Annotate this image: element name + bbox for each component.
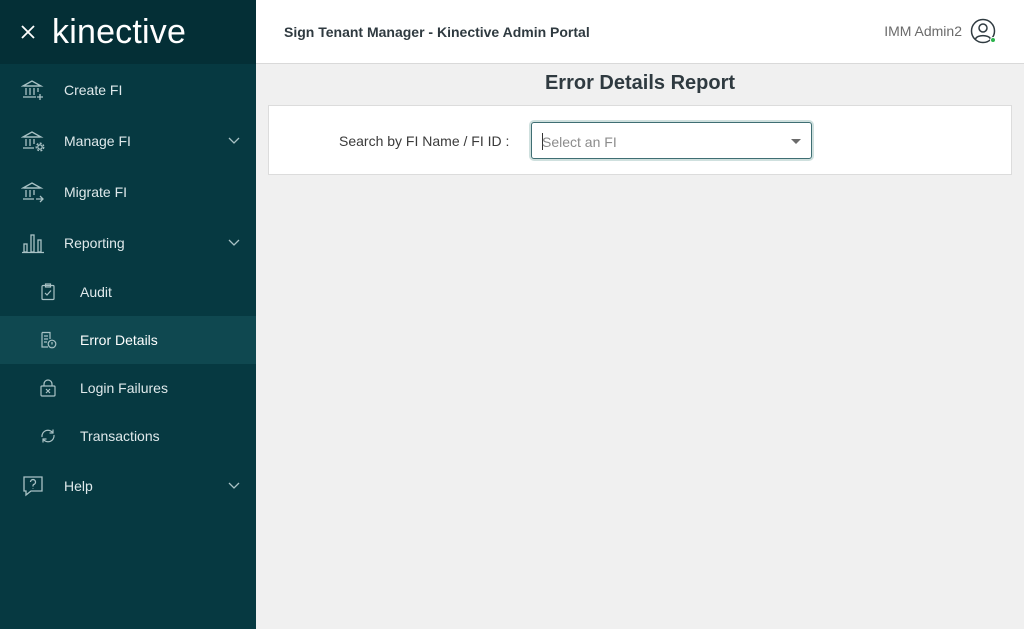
help-chat-icon bbox=[20, 473, 46, 499]
search-label: Search by FI Name / FI ID : bbox=[339, 133, 510, 149]
sidebar-item-label: Audit bbox=[80, 284, 112, 300]
chevron-down-icon[interactable] bbox=[228, 137, 240, 145]
avatar[interactable] bbox=[970, 18, 996, 44]
close-sidebar-button[interactable] bbox=[18, 22, 38, 42]
sidebar-item-audit[interactable]: Audit bbox=[0, 268, 256, 316]
bank-add-icon bbox=[20, 77, 46, 103]
clipboard-check-icon bbox=[38, 282, 58, 302]
sidebar-item-label: Login Failures bbox=[80, 380, 168, 396]
user-menu[interactable]: IMM Admin2 bbox=[884, 18, 996, 44]
close-icon bbox=[21, 25, 35, 39]
sidebar-item-login-failures[interactable]: Login Failures bbox=[0, 364, 256, 412]
bar-chart-icon bbox=[20, 230, 46, 256]
sidebar-nav: Create FI Manage FI Migrate FI Reporting… bbox=[0, 64, 256, 512]
lock-x-icon bbox=[38, 378, 58, 398]
sidebar-item-help[interactable]: Help bbox=[0, 460, 256, 512]
sidebar-item-label: Reporting bbox=[64, 234, 125, 251]
chevron-down-icon[interactable] bbox=[228, 482, 240, 490]
sidebar-item-reporting[interactable]: Reporting bbox=[0, 217, 256, 268]
bank-gear-icon bbox=[20, 128, 46, 154]
brand-bar: kinective bbox=[0, 0, 256, 64]
top-header: Sign Tenant Manager - Kinective Admin Po… bbox=[256, 0, 1024, 64]
bank-arrow-icon bbox=[20, 179, 46, 205]
sidebar: kinective Create FI Manage FI Migrate FI… bbox=[0, 0, 256, 629]
sidebar-item-create-fi[interactable]: Create FI bbox=[0, 64, 256, 115]
sidebar-item-error-details[interactable]: Error Details bbox=[0, 316, 256, 364]
sync-arrows-icon bbox=[38, 426, 58, 446]
page-title: Sign Tenant Manager - Kinective Admin Po… bbox=[284, 23, 590, 40]
search-card: Search by FI Name / FI ID : Select an FI bbox=[268, 105, 1012, 175]
sidebar-item-manage-fi[interactable]: Manage FI bbox=[0, 115, 256, 166]
dropdown-arrow-icon[interactable] bbox=[791, 139, 801, 144]
chevron-down-icon[interactable] bbox=[228, 239, 240, 247]
document-alert-icon bbox=[38, 330, 58, 350]
sidebar-item-label: Migrate FI bbox=[64, 183, 128, 200]
sidebar-item-transactions[interactable]: Transactions bbox=[0, 412, 256, 460]
sidebar-item-label: Help bbox=[64, 478, 93, 494]
fi-select-placeholder: Select an FI bbox=[542, 134, 617, 150]
online-status-indicator bbox=[990, 37, 996, 43]
sidebar-item-label: Manage FI bbox=[64, 132, 131, 149]
sidebar-item-label: Create FI bbox=[64, 81, 123, 98]
fi-select-dropdown[interactable]: Select an FI bbox=[531, 122, 812, 159]
report-heading: Error Details Report bbox=[544, 72, 736, 94]
sidebar-item-label: Error Details bbox=[80, 332, 158, 348]
sidebar-item-label: Transactions bbox=[80, 428, 160, 444]
kinective-logo: kinective bbox=[52, 13, 187, 51]
sidebar-item-migrate-fi[interactable]: Migrate FI bbox=[0, 166, 256, 217]
user-name[interactable]: IMM Admin2 bbox=[884, 23, 962, 39]
